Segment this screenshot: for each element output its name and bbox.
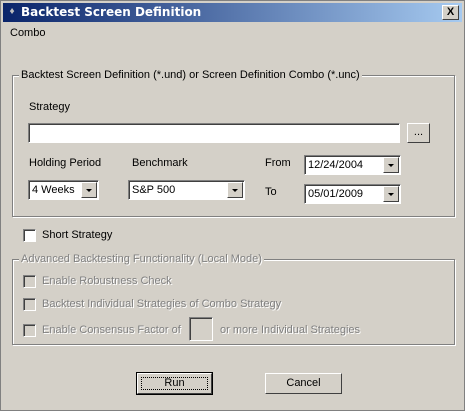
- chevron-down-icon: [86, 189, 92, 192]
- chevron-down-icon: [388, 164, 394, 167]
- focus-rect: [141, 377, 208, 390]
- definition-group-title: Backtest Screen Definition (*.und) or Sc…: [19, 68, 362, 82]
- short-strategy-checkbox[interactable]: [23, 229, 36, 242]
- browse-button[interactable]: ...: [407, 123, 430, 143]
- benchmark-value: S&P 500: [132, 184, 176, 196]
- app-icon: ♦: [9, 6, 15, 17]
- consensus-suffix-label: or more Individual Strategies: [220, 324, 361, 336]
- consensus-checkbox[interactable]: [23, 324, 36, 337]
- browse-button-label: ...: [413, 126, 424, 138]
- benchmark-dropdown-button[interactable]: [227, 182, 243, 198]
- to-date-value: 05/01/2009: [308, 188, 364, 200]
- window-title: Backtest Screen Definition: [21, 5, 202, 19]
- combo-label: Combo: [10, 27, 46, 39]
- individual-strategies-checkbox[interactable]: [23, 298, 36, 311]
- holding-period-label: Holding Period: [29, 157, 102, 169]
- holding-period-value: 4 Weeks: [32, 184, 75, 196]
- close-button[interactable]: X: [442, 5, 459, 20]
- robustness-checkbox[interactable]: [23, 275, 36, 288]
- title-bar[interactable]: ♦ Backtest Screen Definition X: [3, 3, 462, 22]
- benchmark-select[interactable]: S&P 500: [128, 180, 245, 200]
- strategy-label: Strategy: [29, 101, 70, 113]
- dialog-window: ♦ Backtest Screen Definition X Combo Bac…: [0, 0, 465, 411]
- chevron-down-icon: [388, 193, 394, 196]
- chevron-down-icon: [232, 189, 238, 192]
- cancel-button[interactable]: Cancel: [265, 373, 342, 394]
- to-label: To: [265, 186, 277, 198]
- holding-period-select[interactable]: 4 Weeks: [28, 180, 99, 200]
- consensus-prefix-label: Enable Consensus Factor of: [42, 324, 181, 336]
- close-icon: X: [446, 6, 455, 18]
- advanced-group-title: Advanced Backtesting Functionality (Loca…: [19, 252, 264, 266]
- short-strategy-label[interactable]: Short Strategy: [42, 229, 112, 241]
- to-date-picker[interactable]: 05/01/2009: [304, 184, 401, 204]
- from-date-dropdown-button[interactable]: [383, 157, 399, 173]
- individual-strategies-label: Backtest Individual Strategies of Combo …: [42, 298, 282, 310]
- to-date-dropdown-button[interactable]: [383, 186, 399, 202]
- holding-period-dropdown-button[interactable]: [81, 182, 97, 198]
- benchmark-label: Benchmark: [132, 157, 188, 169]
- consensus-count-input[interactable]: [189, 317, 213, 341]
- from-date-picker[interactable]: 12/24/2004: [304, 155, 401, 175]
- cancel-button-label: Cancel: [286, 377, 321, 389]
- run-button[interactable]: Run: [136, 372, 213, 395]
- robustness-label: Enable Robustness Check: [42, 275, 172, 287]
- from-date-value: 12/24/2004: [308, 159, 364, 171]
- strategy-input[interactable]: [28, 123, 400, 143]
- from-label: From: [265, 157, 291, 169]
